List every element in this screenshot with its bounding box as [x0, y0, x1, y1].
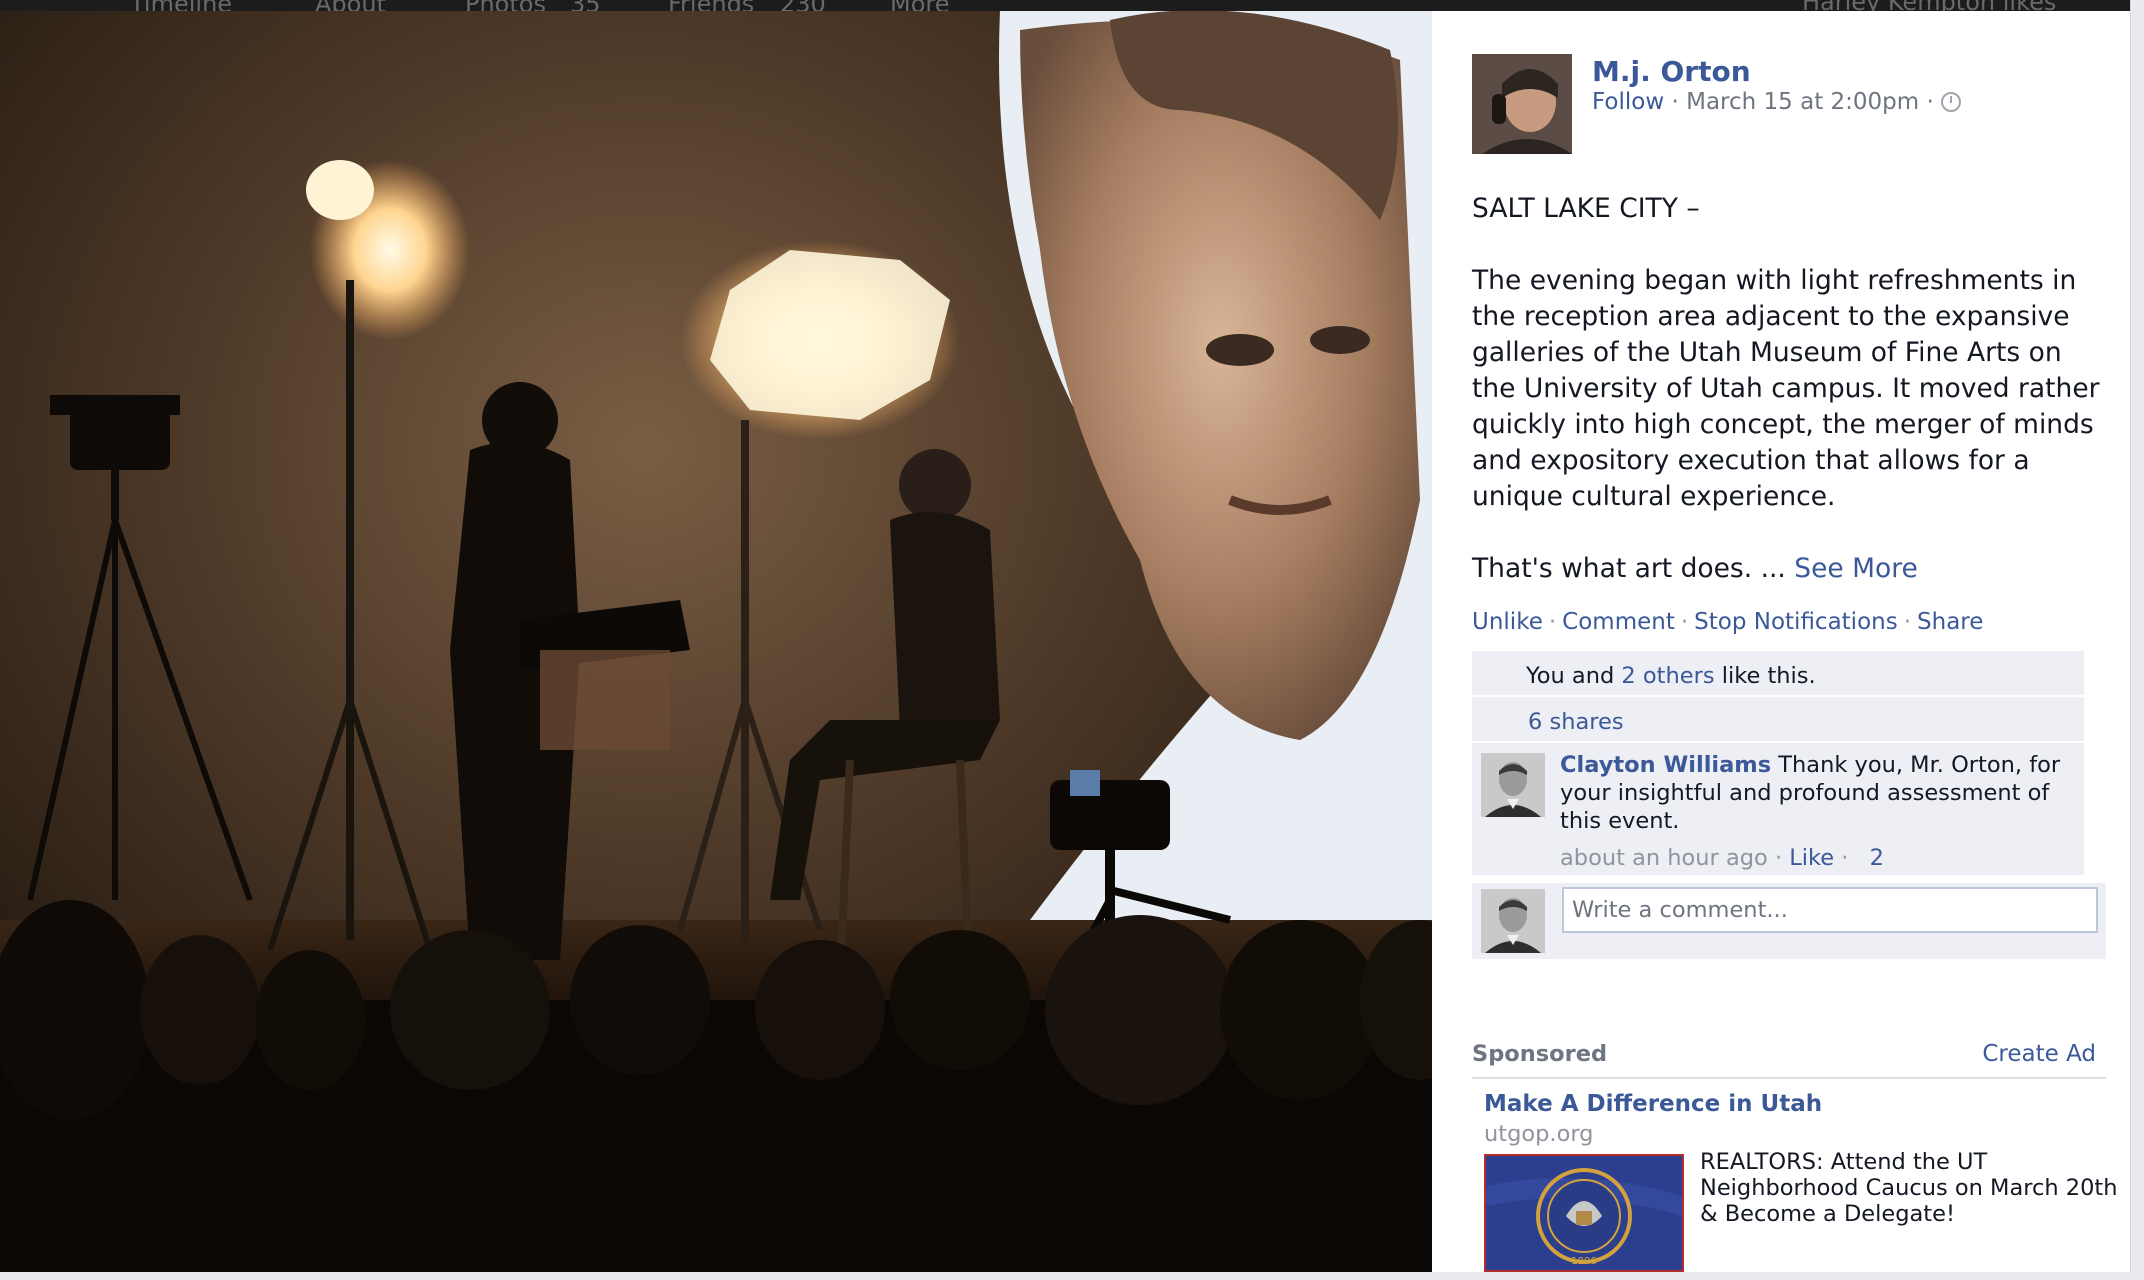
share-link[interactable]: Share [1917, 609, 1983, 635]
commenter-name[interactable]: Clayton Williams [1560, 752, 1771, 778]
action-separator: · [1903, 609, 1912, 635]
bottom-edge [0, 1272, 2144, 1280]
sponsored-label: Sponsored [1472, 1041, 1608, 1067]
nav-more[interactable]: More [890, 0, 950, 11]
comment-meta: about an hour ago · Like · 2 [1560, 845, 1884, 871]
commenter-avatar[interactable] [1481, 753, 1545, 817]
likes-suffix: like this. [1721, 663, 1816, 689]
comment-item: Clayton Williams Thank you, Mr. Orton, f… [1472, 743, 2084, 877]
likes-prefix: You and [1526, 663, 1615, 689]
action-separator: · [1680, 609, 1689, 635]
ticker-strip: Harley Kempton likes [1432, 0, 2144, 11]
see-more-link[interactable]: See More [1794, 553, 1918, 584]
post-author-name[interactable]: M.j. Orton [1592, 55, 1751, 88]
nav-photos[interactable]: Photos [465, 0, 546, 11]
comment-body: Clayton Williams Thank you, Mr. Orton, f… [1560, 751, 2070, 835]
post-actions: Unlike · Comment · Stop Notifications · Share [1472, 609, 1983, 635]
author-avatar[interactable] [1472, 54, 1572, 154]
viewer-avatar-image [1481, 889, 1545, 953]
author-avatar-image [1472, 54, 1572, 154]
page-scrollbar-edge[interactable] [2130, 0, 2144, 1280]
write-comment-input[interactable] [1562, 887, 2098, 933]
page-nav-strip: Timeline About Photos 35 Friends 230 Mor… [0, 0, 1432, 11]
post-photo[interactable]: Timeline About Photos 35 Friends 230 Mor… [0, 0, 1432, 1280]
teaser-text: That's what art does. ... [1472, 553, 1786, 584]
likes-others-link[interactable]: 2 others [1621, 663, 1714, 689]
sponsored-header: Sponsored Create Ad [1472, 1041, 2106, 1079]
meta-separator: · [1926, 89, 1934, 115]
post-teaser: That's what art does. ... See More [1472, 551, 2112, 587]
comment-link[interactable]: Comment [1562, 609, 1675, 635]
meta-separator: · [1774, 845, 1783, 871]
ufi-box: You and 2 others like this. 6 shares Cla… [1472, 651, 2084, 877]
post-body: SALT LAKE CITY – The evening began with … [1472, 191, 2112, 623]
ticker-text[interactable]: Harley Kempton likes [1802, 0, 2056, 11]
create-ad-link[interactable]: Create Ad [1982, 1041, 2096, 1067]
ad-domain: utgop.org [1484, 1121, 1594, 1147]
ad-text[interactable]: REALTORS: Attend the UT Neighborhood Cau… [1700, 1149, 2120, 1227]
follow-link[interactable]: Follow [1592, 89, 1664, 115]
meta-separator: · [1671, 89, 1679, 115]
action-separator: · [1548, 609, 1557, 635]
ad-title-link[interactable]: Make A Difference in Utah [1484, 1091, 1822, 1117]
nav-friends[interactable]: Friends [668, 0, 754, 11]
write-comment-row [1472, 883, 2106, 959]
viewer-avatar [1481, 889, 1545, 953]
comment-like-link[interactable]: Like [1789, 845, 1834, 871]
comment-time[interactable]: about an hour ago [1560, 845, 1768, 871]
seal-year: 1896 [1571, 1256, 1596, 1267]
comment-like-count[interactable]: 2 [1856, 845, 1884, 871]
photo-scene [0, 0, 1432, 1280]
likes-summary: You and 2 others like this. [1472, 651, 2084, 697]
photo-side-panel: M.j. Orton Follow · March 15 at 2:00pm ·… [1432, 11, 2130, 1272]
nav-timeline[interactable]: Timeline [130, 0, 232, 11]
post-paragraph: The evening began with light refreshment… [1472, 265, 2100, 512]
commenter-avatar-image [1481, 753, 1545, 817]
post-timestamp[interactable]: March 15 at 2:00pm [1686, 89, 1919, 115]
post-meta: Follow · March 15 at 2:00pm · [1592, 89, 1962, 115]
ad-image[interactable]: 1896 [1484, 1154, 1684, 1272]
shares-link[interactable]: 6 shares [1472, 697, 2084, 743]
stop-notifications-link[interactable]: Stop Notifications [1694, 609, 1898, 635]
unlike-link[interactable]: Unlike [1472, 609, 1543, 635]
utah-flag-image: 1896 [1486, 1156, 1682, 1270]
nav-friends-count: 230 [780, 0, 826, 11]
nav-photos-count: 35 [570, 0, 601, 11]
clock-icon[interactable] [1941, 92, 1962, 112]
post-paragraph: SALT LAKE CITY – [1472, 193, 1700, 224]
nav-about[interactable]: About [315, 0, 386, 11]
meta-separator: · [1841, 845, 1849, 871]
